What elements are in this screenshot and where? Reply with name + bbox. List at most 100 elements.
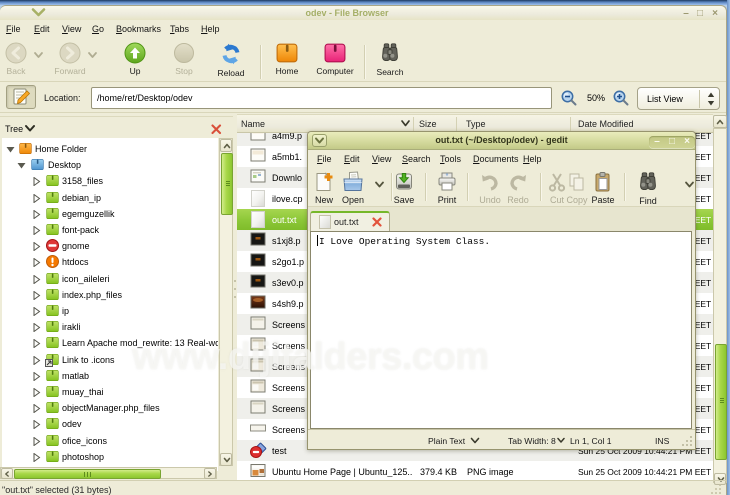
- expander-right-icon[interactable]: [32, 388, 41, 397]
- menu-tabs[interactable]: Tabs: [170, 24, 189, 34]
- expander-right-icon[interactable]: [32, 452, 41, 462]
- gedit-toolbar-find-button[interactable]: Find: [632, 171, 664, 206]
- tree-item-desktop[interactable]: Desktop: [2, 157, 218, 173]
- expander-right-icon[interactable]: [32, 404, 41, 414]
- expander-right-icon[interactable]: [32, 339, 41, 349]
- toolbar-computer-button[interactable]: Computer: [309, 42, 361, 76]
- column-header-type[interactable]: Type: [466, 119, 486, 129]
- menu-view[interactable]: View: [62, 24, 81, 34]
- tree-item-index-php-files[interactable]: index.php_files: [2, 287, 218, 303]
- tab-close-icon[interactable]: [371, 216, 384, 228]
- toolbar-forward-dropdown-icon[interactable]: [87, 51, 98, 62]
- column-header-size[interactable]: Size: [419, 119, 437, 129]
- tree-item-odev[interactable]: odev: [2, 416, 218, 432]
- expander-right-icon[interactable]: [32, 307, 41, 316]
- expander-right-icon[interactable]: [32, 420, 41, 430]
- menu-tools[interactable]: Tools: [440, 154, 461, 164]
- tree-vertical-scrollbar[interactable]: [219, 138, 233, 466]
- menu-edit[interactable]: Edit: [34, 24, 50, 34]
- expander-right-icon[interactable]: [32, 323, 41, 333]
- column-separator[interactable]: [570, 117, 571, 132]
- tree-item-ip[interactable]: ip: [2, 303, 218, 319]
- tree-item-home-folder[interactable]: Home Folder: [2, 141, 218, 157]
- toolbar-search-button[interactable]: Search: [368, 42, 412, 77]
- menu-go[interactable]: Go: [92, 24, 104, 34]
- tree-item-egemguzellik[interactable]: egemguzellik: [2, 206, 218, 222]
- resize-grip[interactable]: [681, 435, 693, 447]
- toolbar-home-button[interactable]: Home: [266, 42, 308, 76]
- language-select[interactable]: Plain Text: [428, 436, 465, 446]
- gedit-text-area[interactable]: I Love Operating System Class.: [310, 231, 692, 429]
- file-browser-titlebar[interactable]: odev - File Browser – □ ×: [0, 6, 726, 20]
- gedit-toolbar-open-dropdown-icon[interactable]: [374, 181, 385, 192]
- column-separator[interactable]: [413, 117, 414, 132]
- expander-right-icon[interactable]: [32, 193, 41, 203]
- list-vertical-scrollbar[interactable]: [713, 128, 727, 485]
- tree-horizontal-scrollbar[interactable]: [0, 467, 217, 479]
- tree-item-photoshop[interactable]: photoshop: [2, 449, 218, 465]
- expander-right-icon[interactable]: [32, 371, 41, 381]
- tab-out-txt[interactable]: out.txt: [310, 211, 390, 231]
- menu-file[interactable]: File: [6, 24, 21, 34]
- tree-scroll-left-icon[interactable]: [1, 468, 13, 479]
- tree-item-debian-ip[interactable]: debian_ip: [2, 190, 218, 206]
- tree-scrollbar-thumb[interactable]: [220, 153, 233, 215]
- minimize-button[interactable]: –: [681, 9, 691, 19]
- side-pane-close-icon[interactable]: [210, 123, 224, 136]
- tree-scroll-down-icon[interactable]: [220, 453, 232, 466]
- expander-down-icon[interactable]: [6, 145, 15, 154]
- tree-scroll-up-icon[interactable]: [220, 139, 232, 152]
- tree-item-font-pack[interactable]: font-pack: [2, 222, 218, 238]
- zoom-in-icon[interactable]: [612, 89, 630, 109]
- maximize-button[interactable]: □: [695, 9, 705, 19]
- tree-item-3158-files[interactable]: 3158_files: [2, 173, 218, 189]
- tree-item-icon-aileleri[interactable]: icon_aileleri: [2, 271, 218, 287]
- window-resize-grip[interactable]: [709, 482, 722, 495]
- column-header-date-modified[interactable]: Date Modified: [578, 119, 634, 129]
- expander-right-icon[interactable]: [32, 290, 41, 300]
- expander-down-icon[interactable]: [17, 161, 26, 170]
- tree-item-gnome[interactable]: gnome: [2, 238, 218, 254]
- tree-item-ofice-icons[interactable]: ofice_icons: [2, 433, 218, 449]
- gedit-toolbar-paste-button[interactable]: Paste: [585, 171, 621, 205]
- expander-right-icon[interactable]: [32, 242, 41, 252]
- gedit-titlebar[interactable]: out.txt (~/Desktop/odev) - gedit – □ ×: [308, 132, 695, 150]
- expander-right-icon[interactable]: [32, 209, 41, 219]
- close-button[interactable]: ×: [710, 9, 720, 19]
- toolbar-back-dropdown-icon[interactable]: [33, 51, 44, 62]
- toolbar-reload-button[interactable]: Reload: [209, 42, 253, 78]
- tree-scroll-right-icon[interactable]: [204, 468, 216, 479]
- expander-right-icon[interactable]: [32, 436, 41, 446]
- tab-width-select[interactable]: Tab Width: 8: [508, 436, 556, 446]
- menu-search[interactable]: Search: [402, 154, 431, 164]
- list-scroll-up-icon[interactable]: [713, 115, 727, 128]
- gedit-toolbar-print-button[interactable]: Print: [431, 171, 463, 205]
- gedit-close-button[interactable]: ×: [680, 136, 694, 148]
- menu-file[interactable]: File: [317, 154, 332, 164]
- gedit-toolbar-save-button[interactable]: Save: [388, 171, 420, 205]
- expander-right-icon[interactable]: [32, 177, 41, 187]
- menu-view[interactable]: View: [372, 154, 391, 164]
- gedit-toolbar-new-button[interactable]: New: [309, 171, 339, 205]
- menu-bookmarks[interactable]: Bookmarks: [116, 24, 161, 34]
- expander-right-icon[interactable]: [32, 226, 41, 235]
- tree-item-irakli[interactable]: irakli: [2, 319, 218, 335]
- side-pane-selector[interactable]: Tree: [5, 124, 23, 134]
- toolbar-up-button[interactable]: Up: [118, 42, 152, 76]
- zoom-out-icon[interactable]: [560, 89, 578, 109]
- gedit-toolbar-overflow-icon[interactable]: [684, 181, 695, 192]
- file-row-ubuntu-home-page-ubuntu-125-[interactable]: Ubuntu Home Page | Ubuntu_125... 379.4 KB…: [237, 461, 713, 481]
- gedit-toolbar-open-button[interactable]: Open: [336, 171, 370, 205]
- gedit-minimize-button[interactable]: –: [650, 136, 664, 148]
- expander-right-icon[interactable]: [32, 355, 41, 365]
- view-mode-select[interactable]: List View: [637, 87, 720, 110]
- tree-view[interactable]: Home Folder Desktop 3158_files debian_ip ege…: [2, 138, 218, 471]
- tree-hscrollbar-thumb[interactable]: [14, 468, 161, 479]
- gedit-maximize-button[interactable]: □: [665, 136, 679, 148]
- tree-item-objectmanager-php-files[interactable]: objectManager.php_files: [2, 400, 218, 416]
- menu-help[interactable]: Help: [523, 154, 542, 164]
- location-toggle-button[interactable]: [6, 85, 36, 109]
- tree-item-muay-thai[interactable]: muay_thai: [2, 384, 218, 400]
- column-header-name[interactable]: Name: [241, 119, 265, 129]
- menu-documents[interactable]: Documents: [473, 154, 519, 164]
